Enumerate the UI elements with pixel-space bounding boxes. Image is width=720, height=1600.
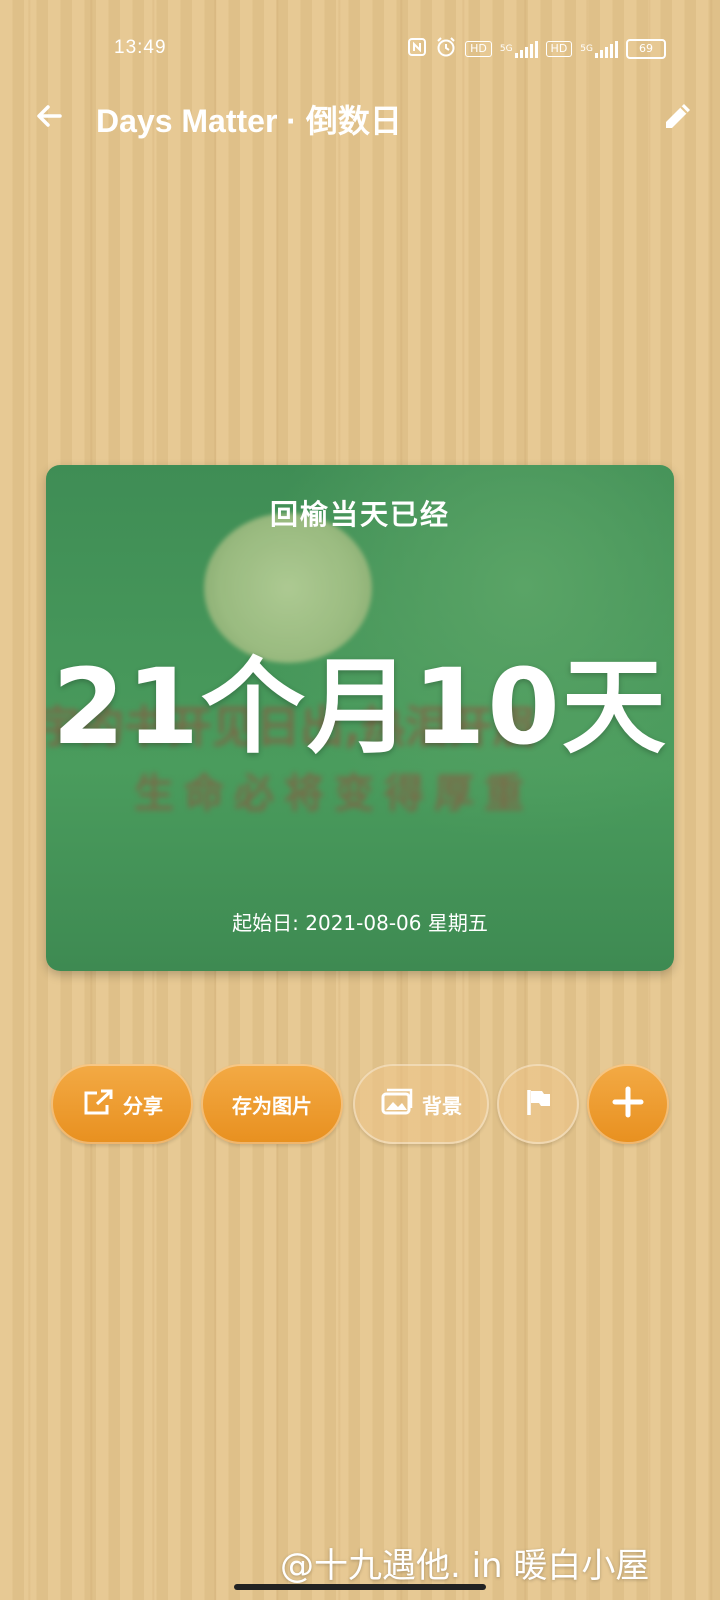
alarm-icon xyxy=(435,36,457,62)
clock-image xyxy=(204,513,372,663)
card-background-text-2: 生命必将变得厚重 xyxy=(134,771,534,817)
flag-button[interactable] xyxy=(497,1064,579,1144)
page-title: Days Matter · 倒数日 xyxy=(96,103,402,139)
elapsed-duration: 21个月10天 xyxy=(52,646,668,768)
flag-icon xyxy=(522,1086,554,1123)
save-as-image-button[interactable]: 存为图片 xyxy=(201,1064,343,1144)
add-button[interactable] xyxy=(587,1064,669,1144)
status-time: 13:49 xyxy=(114,37,167,58)
nfc-icon xyxy=(407,37,427,61)
network-label-2: 5G xyxy=(580,44,593,54)
watermark-text: @十九遇他. in 暖白小屋 xyxy=(280,1546,650,1586)
signal-icon-2 xyxy=(595,40,618,58)
app-header: Days Matter · 倒数日 xyxy=(0,92,720,142)
card-subtitle: 回榆当天已经 xyxy=(269,498,450,531)
status-bar: 13:49 HD 5G HD 5G 69 xyxy=(0,0,720,96)
save-as-image-label: 存为图片 xyxy=(232,1093,312,1118)
edit-pencil-icon[interactable] xyxy=(660,98,696,134)
share-button[interactable]: 分享 xyxy=(51,1064,193,1144)
status-icons: HD 5G HD 5G 69 xyxy=(407,36,666,62)
countdown-card[interactable]: 宇的书开见日出,热泪开眉 生命必将变得厚重 回榆当天已经 21个月10天 起始日… xyxy=(46,465,674,971)
network-label-1: 5G xyxy=(499,44,513,54)
background-label: 背景 xyxy=(422,1093,462,1118)
background-button[interactable]: 背景 xyxy=(353,1064,489,1144)
hd-badge-2: HD xyxy=(545,41,573,57)
signal-icon-1 xyxy=(514,40,538,58)
back-arrow-icon[interactable] xyxy=(30,96,70,136)
share-label: 分享 xyxy=(123,1093,163,1118)
plus-icon xyxy=(611,1085,645,1124)
hd-badge-1: HD xyxy=(465,41,492,57)
start-date: 起始日: 2021-08-06 星期五 xyxy=(232,911,488,935)
battery-icon: 69 xyxy=(626,39,666,59)
image-icon xyxy=(380,1088,414,1121)
home-indicator[interactable] xyxy=(234,1584,486,1590)
share-icon xyxy=(81,1087,115,1122)
